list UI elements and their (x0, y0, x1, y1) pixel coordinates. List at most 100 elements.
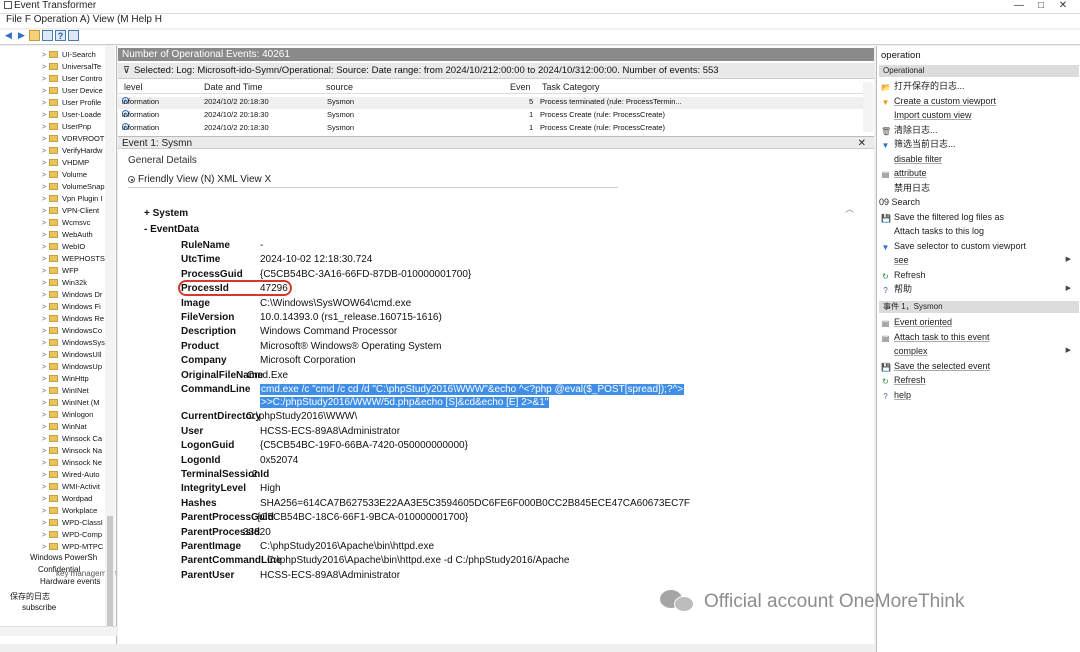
chevron-right-icon[interactable]: > (42, 460, 49, 467)
event-action-item[interactable]: 💾 Save the selected event (881, 360, 1077, 372)
section-eventdata[interactable]: - EventData (144, 224, 199, 235)
chevron-right-icon[interactable]: > (42, 364, 49, 371)
tree-item[interactable]: > WindowsSys (42, 338, 105, 350)
tree-item[interactable]: > Workplace (42, 506, 97, 518)
action-item[interactable]: disable filter (881, 153, 1077, 165)
tree-root-item[interactable]: subscribe (22, 603, 56, 615)
chevron-right-icon[interactable]: > (42, 76, 49, 83)
tree-item[interactable]: > WMI-Activit (42, 482, 100, 494)
table-row[interactable]: i information 2024/10/2 20:18:30 Sysmon 1 Pro… (118, 110, 863, 122)
tree-item[interactable]: > VPN-Client (42, 206, 99, 218)
col-event[interactable]: Even (510, 82, 531, 92)
tree-root-item[interactable]: Windows PowerSh (30, 553, 97, 565)
chevron-right-icon[interactable]: > (42, 484, 49, 491)
tree-item[interactable]: > Winsock Na (42, 446, 102, 458)
tree-item[interactable]: > Win32k (42, 278, 87, 290)
event-action-item[interactable]: ▤ Event oriented (881, 316, 1077, 328)
chevron-right-icon[interactable]: > (42, 508, 49, 515)
menu-bar[interactable]: File F Operation A) View (M Help H (0, 14, 1080, 28)
event-action-item[interactable]: complex ▶ (881, 345, 1077, 357)
detail-scrollbar[interactable]: ︿ (844, 196, 856, 616)
tree-item[interactable]: > WindowsCo (42, 326, 102, 338)
action-item[interactable]: 💾 Save the filtered log files as (881, 211, 1077, 223)
chevron-right-icon[interactable]: > (42, 184, 49, 191)
tree-item[interactable]: > VHDMP (42, 158, 89, 170)
tree-item[interactable]: > WPD-Comp (42, 530, 102, 542)
grid-icon[interactable] (42, 30, 53, 42)
maximize-button[interactable]: □ (1030, 0, 1052, 11)
action-item[interactable]: 📂 打开保存的日志... (881, 80, 1077, 92)
chevron-right-icon[interactable]: > (42, 424, 49, 431)
chevron-right-icon[interactable]: > (42, 532, 49, 539)
tree-scroll-thumb[interactable] (107, 516, 113, 626)
action-item[interactable]: ? 帮助 ▶ (881, 283, 1077, 295)
tab-general[interactable]: General Details (128, 155, 197, 166)
tree-item[interactable]: > WPD-ClassI (42, 518, 103, 530)
col-task[interactable]: Task Category (542, 82, 600, 92)
chevron-right-icon[interactable]: > (42, 172, 49, 179)
tree-item[interactable]: > Windows Fi (42, 302, 101, 314)
action-item[interactable]: ▼ 筛选当前日志... (881, 138, 1077, 150)
tree-item[interactable]: > Vpn Plugin I (42, 194, 102, 206)
tree-item[interactable]: > UserPnp (42, 122, 91, 134)
chevron-right-icon[interactable]: > (42, 520, 49, 527)
tree-scrollbar[interactable] (105, 46, 115, 626)
chevron-right-icon[interactable]: > (42, 292, 49, 299)
tree-item[interactable]: > Winsock Ca (42, 434, 102, 446)
chevron-right-icon[interactable]: > (42, 544, 49, 551)
tree-item[interactable]: > Wcmsvc (42, 218, 90, 230)
action-item[interactable]: 🗑 清除日志... (881, 124, 1077, 136)
chevron-right-icon[interactable]: > (42, 148, 49, 155)
tree-item[interactable]: > UniversalTe (42, 62, 101, 74)
forward-arrow-icon[interactable]: ▶ (16, 30, 27, 41)
minimize-button[interactable]: — (1008, 0, 1030, 11)
chevron-right-icon[interactable]: > (42, 196, 49, 203)
action-item[interactable]: 禁用日志 (881, 182, 1077, 194)
chevron-right-icon[interactable]: > (42, 232, 49, 239)
tree-item[interactable]: > WindowsUIl (42, 350, 102, 362)
chevron-right-icon[interactable]: > (42, 304, 49, 311)
tree-item[interactable]: > Volume (42, 170, 87, 182)
chevron-right-icon[interactable]: > (42, 160, 49, 167)
chevron-right-icon[interactable]: > (42, 64, 49, 71)
chevron-right-icon[interactable]: > (42, 112, 49, 119)
actions-band-log[interactable]: Operational (879, 65, 1079, 77)
tree-item[interactable]: > VDRVROOT (42, 134, 104, 146)
chevron-right-icon[interactable]: > (42, 436, 49, 443)
chevron-right-icon[interactable]: > (42, 256, 49, 263)
action-item[interactable]: ▼ Save selector to custom viewport (881, 240, 1077, 252)
chevron-right-icon[interactable]: > (42, 88, 49, 95)
tree-item[interactable]: > User Profile (42, 98, 101, 110)
tree-item[interactable]: > Winsock Ne (42, 458, 102, 470)
tree-item[interactable]: > Winlogon (42, 410, 93, 422)
chevron-up-icon[interactable]: ︿ (845, 202, 854, 215)
tree-item[interactable]: > Wired-Auto (42, 470, 100, 482)
tree-item[interactable]: > VolumeSnap (42, 182, 105, 194)
tree-item[interactable]: > User-Loade (42, 110, 101, 122)
tree-item[interactable]: > WebIO (42, 242, 85, 254)
tree-item[interactable]: > WindowsUp (42, 362, 102, 374)
friendly-view-label[interactable]: Friendly View (N) (138, 174, 215, 185)
action-item[interactable]: ▤ attribute (881, 167, 1077, 179)
chevron-right-icon[interactable]: > (42, 244, 49, 251)
chevron-right-icon[interactable]: > (42, 268, 49, 275)
action-item[interactable]: Attach tasks to this log (881, 225, 1077, 237)
chevron-right-icon[interactable]: > (42, 376, 49, 383)
col-level[interactable]: level (124, 82, 143, 92)
tree-item[interactable]: > WEPHOSTS' (42, 254, 106, 266)
grid-scrollbar[interactable] (863, 82, 873, 132)
help-icon[interactable]: ? (55, 30, 66, 42)
chevron-right-icon[interactable]: > (42, 220, 49, 227)
event-action-item[interactable]: ↻ Refresh (881, 374, 1077, 386)
tree-item[interactable]: > WFP (42, 266, 79, 278)
action-item[interactable]: 09 Search (879, 196, 1075, 208)
chevron-right-icon[interactable]: > (42, 448, 49, 455)
tree-item[interactable]: > WinINet (42, 386, 89, 398)
tree-item[interactable]: > Windows Dr (42, 290, 102, 302)
close-detail-button[interactable]: ✕ (858, 137, 866, 150)
chevron-right-icon[interactable]: > (42, 280, 49, 287)
center-hscrollbar[interactable] (118, 630, 874, 642)
panel-icon[interactable] (68, 30, 79, 42)
table-row[interactable]: i information 2024/10/2 20:18:30 Sysmon 1 Pro… (118, 123, 863, 135)
tree-hscrollbar[interactable] (0, 626, 117, 636)
